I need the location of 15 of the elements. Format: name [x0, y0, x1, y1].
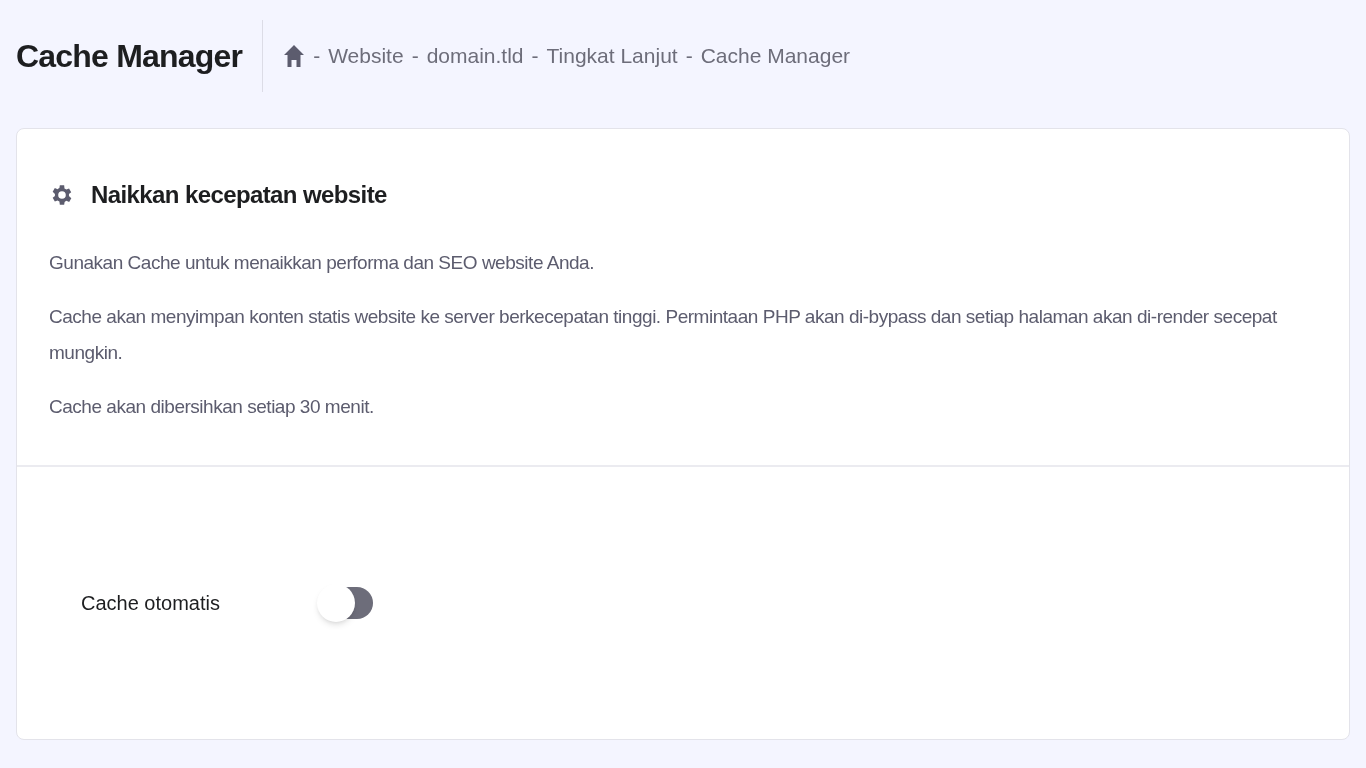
breadcrumb-link[interactable]: Cache Manager	[700, 40, 851, 72]
description-text: Gunakan Cache untuk menaikkan performa dan SEO website Anda.	[49, 251, 595, 275]
page-title: Cache Manager	[16, 37, 244, 76]
description-text: Cache akan dibersihkan setiap 30 menit.	[49, 395, 375, 419]
breadcrumb-separator: -	[313, 43, 321, 70]
breadcrumb-link[interactable]: Website	[328, 40, 404, 72]
home-icon[interactable]	[283, 44, 306, 68]
description-text: Cache akan menyimpan konten statis website ke server berkecepatan tinggi. Permintaan PHP akan di-bypass dan setiap halaman akan di-render secepat mungkin.	[49, 305, 1278, 365]
setting-label: Cache otomatis	[81, 591, 221, 616]
card-title: Naikkan kecepatan website	[91, 180, 387, 210]
breadcrumb-link[interactable]: Tingkat Lanjut	[546, 40, 678, 72]
breadcrumb-separator: -	[411, 43, 419, 70]
breadcrumb-separator: -	[685, 43, 693, 70]
breadcrumb-separator: -	[531, 43, 539, 70]
breadcrumb-link[interactable]: domain.tld	[426, 40, 524, 72]
